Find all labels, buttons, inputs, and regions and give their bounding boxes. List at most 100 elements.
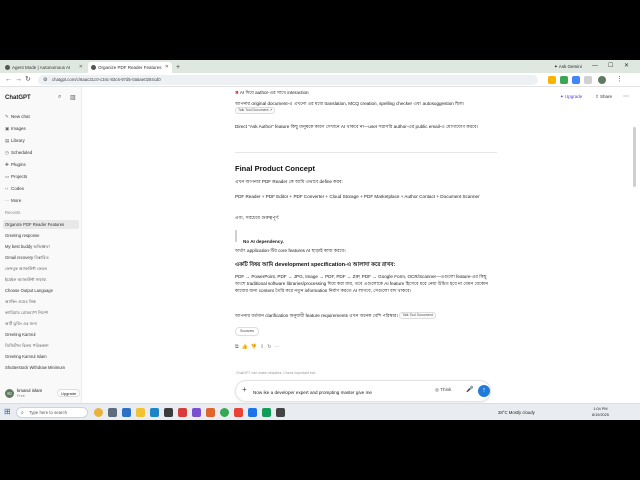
brand-title[interactable]: ChatGPT	[5, 95, 31, 101]
edge-icon[interactable]	[150, 408, 159, 417]
sidebar-toggle-icon[interactable]: ▥	[70, 94, 76, 101]
sidebar-item-images[interactable]: ▣ Images	[5, 125, 26, 132]
ask-gemini-button[interactable]: ✦ Ask Gemini	[554, 62, 582, 71]
more-icon[interactable]: ⋯	[274, 344, 282, 350]
taskbar-search-box[interactable]: ⌕ Type here to search	[16, 407, 88, 418]
app-icon[interactable]	[164, 408, 173, 417]
source-chip[interactable]: Talk Tool Document ↗	[235, 107, 276, 115]
thumbs-down-icon[interactable]: 👎	[251, 344, 260, 350]
recent-chat-item[interactable]: Choose Output Language	[3, 286, 79, 295]
microphone-icon[interactable]: 🎤	[466, 386, 473, 393]
paragraph-convert: PDF → PowerPoint, PDF → JPG, Image → PDF…	[235, 274, 489, 293]
paragraph-document: আপনার original document-এ এখনো এর মধ্যে …	[235, 100, 497, 115]
sources-button[interactable]: Sources	[235, 327, 259, 336]
close-icon[interactable]: ✕	[79, 62, 83, 73]
more-options-icon[interactable]: ⋯	[623, 93, 629, 100]
screen: Agent Mode | Autonomous AI ✕ Organize PD…	[0, 60, 640, 420]
recent-chat-item[interactable]: Shutterstock Withdraw Minimum	[3, 363, 79, 372]
browser-tab-active[interactable]: Organize PDF Reader Features ✕	[88, 62, 172, 73]
scrollbar[interactable]	[633, 127, 636, 187]
widget-icon[interactable]	[94, 408, 103, 417]
recent-chat-item[interactable]: ফেসবুক অ্যাকাউন্ট ফেরত	[3, 264, 79, 273]
prompt-input[interactable]	[253, 387, 425, 397]
recent-chat-item[interactable]: ডিজিটাল বিক্রয় পরিকল্পনা	[3, 341, 79, 350]
message-actions: ⧉👍👎⇪↻⋯	[235, 344, 282, 350]
url-text: chatgpt.com/c/6aac31c0-c34c-83c6-97d5-0a…	[52, 77, 161, 82]
recent-chat-item[interactable]: অ্যাকিং ওয়েব লিঙ্ক	[3, 297, 79, 306]
thumbs-up-icon[interactable]: 👍	[242, 344, 251, 350]
new-tab-button[interactable]: +	[176, 62, 180, 73]
sidebar-item-label: More	[11, 198, 22, 203]
windows-start-icon[interactable]: ⊞	[4, 407, 11, 416]
recent-chat-item[interactable]: Organize PDF Reader Features	[3, 220, 79, 229]
attach-plus-icon[interactable]: +	[242, 385, 247, 394]
task-view-icon[interactable]	[108, 408, 117, 417]
recent-chat-item[interactable]: My best buddy অভিজ্ঞতা	[3, 242, 79, 251]
share-button[interactable]: ⇪ Share	[595, 94, 612, 100]
sidebar-item-more[interactable]: ⋯ More	[5, 197, 21, 204]
user-profile[interactable]: KI kmarul islam Free Upgrade	[5, 387, 81, 403]
weather-widget[interactable]: 28°C Mostly cloudy	[498, 408, 535, 417]
app-icon[interactable]	[262, 408, 271, 417]
browser-tab[interactable]: Agent Mode | Autonomous AI ✕	[2, 62, 86, 73]
upgrade-button[interactable]: Upgrade	[57, 389, 81, 397]
app-icon[interactable]	[206, 408, 215, 417]
maximize-icon[interactable]: ☐	[608, 62, 613, 71]
sidebar-item-scheduled[interactable]: ◷ Scheduled	[5, 149, 32, 156]
copy-icon[interactable]: ⧉	[235, 344, 242, 350]
extension-icon[interactable]	[572, 76, 580, 84]
sidebar-item-plugins[interactable]: ✚ Plugins	[5, 161, 26, 168]
site-info-icon[interactable]: ⚙	[43, 75, 47, 85]
send-button[interactable]: ↑	[478, 385, 490, 397]
address-bar-row: ← → ↻ ⚙ chatgpt.com/c/6aac31c0-c34c-83c6…	[0, 73, 640, 87]
system-clock[interactable]: 1:04 PM 8/19/2025	[592, 406, 609, 418]
app-icon[interactable]	[248, 408, 257, 417]
paragraph-core: অর্থাৎ application-টির core features AI …	[235, 248, 346, 253]
search-icon[interactable]: ⌕	[58, 94, 61, 101]
app-icon[interactable]	[276, 408, 285, 417]
sidebar-item-projects[interactable]: ▭ Projects	[5, 173, 27, 180]
app-icon[interactable]	[122, 408, 131, 417]
url-field[interactable]: ⚙ chatgpt.com/c/6aac31c0-c34c-83c6-97d5-…	[38, 75, 538, 85]
think-label: Think	[440, 387, 452, 392]
recent-chat-item[interactable]: Greeting Kamrul Islam	[3, 352, 79, 361]
source-chip[interactable]: Talk Tool Document	[399, 312, 436, 320]
sidebar-item-label: Plugins	[11, 162, 26, 167]
chrome-icon[interactable]	[220, 408, 229, 417]
sidebar-item-codex[interactable]: ‹› Codex	[5, 185, 24, 192]
app-icon[interactable]	[192, 408, 201, 417]
extension-icon[interactable]	[548, 76, 556, 84]
profile-avatar-icon[interactable]	[598, 76, 606, 84]
concept-line: PDF Reader + PDF Editor + PDF Converter …	[235, 194, 480, 199]
minimize-icon[interactable]: —	[592, 62, 598, 71]
sidebar-item-library[interactable]: ▤ Library	[5, 137, 25, 144]
recent-chat-item[interactable]: ইমেইল অ্যাকাউন্ট সাহায্য	[3, 275, 79, 284]
search-icon: ⌕	[21, 410, 24, 416]
think-toggle[interactable]: ◎ Think	[435, 387, 451, 393]
paragraph-define: এখন আপনার PDF Reader কে আমি এভাবে define…	[235, 179, 343, 184]
recent-chat-item[interactable]: Greeting response	[3, 231, 79, 240]
extensions-puzzle-icon[interactable]	[584, 76, 592, 84]
message-composer: + ◎ Think 🎤 ↑	[235, 380, 491, 402]
close-window-icon[interactable]: ✕	[624, 62, 629, 71]
close-icon[interactable]: ✕	[165, 62, 169, 73]
sidebar-item-new-chat[interactable]: ✎ New chat	[5, 113, 30, 120]
recent-chat-item[interactable]: আর্ট ড্রয়িং এর জন্য	[3, 319, 79, 328]
blockquote: No AI dependency.	[235, 230, 497, 244]
reload-icon[interactable]: ↻	[25, 75, 31, 85]
menu-dots-icon[interactable]: ⋮	[616, 75, 623, 85]
app-icon[interactable]	[178, 408, 187, 417]
file-explorer-icon[interactable]	[136, 408, 145, 417]
recent-chat-item[interactable]: Greeting Kamrul	[3, 330, 79, 339]
sidebar-item-label: Images	[11, 126, 26, 131]
upgrade-link[interactable]: ✦ Upgrade	[560, 94, 582, 100]
sidebar: ChatGPT ⌕ ▥ ✎ New chat ▣ Images ▤ Library ◷…	[0, 87, 82, 407]
paragraph-ask-author: Direct "Ask Author" feature কিছু মানুষকে…	[235, 124, 479, 129]
recent-chat-item[interactable]: ক্যারিয়ার রোডম্যাপ নির্দেশ	[3, 308, 79, 317]
recent-chat-item[interactable]: Gmail recovery বিস্তারিত	[3, 253, 79, 262]
callout-text: No AI dependency.	[243, 239, 284, 244]
app-icon[interactable]	[234, 408, 243, 417]
back-arrow-icon[interactable]: ←	[5, 75, 12, 85]
extension-icon[interactable]	[560, 76, 568, 84]
forward-arrow-icon[interactable]: →	[15, 75, 22, 85]
